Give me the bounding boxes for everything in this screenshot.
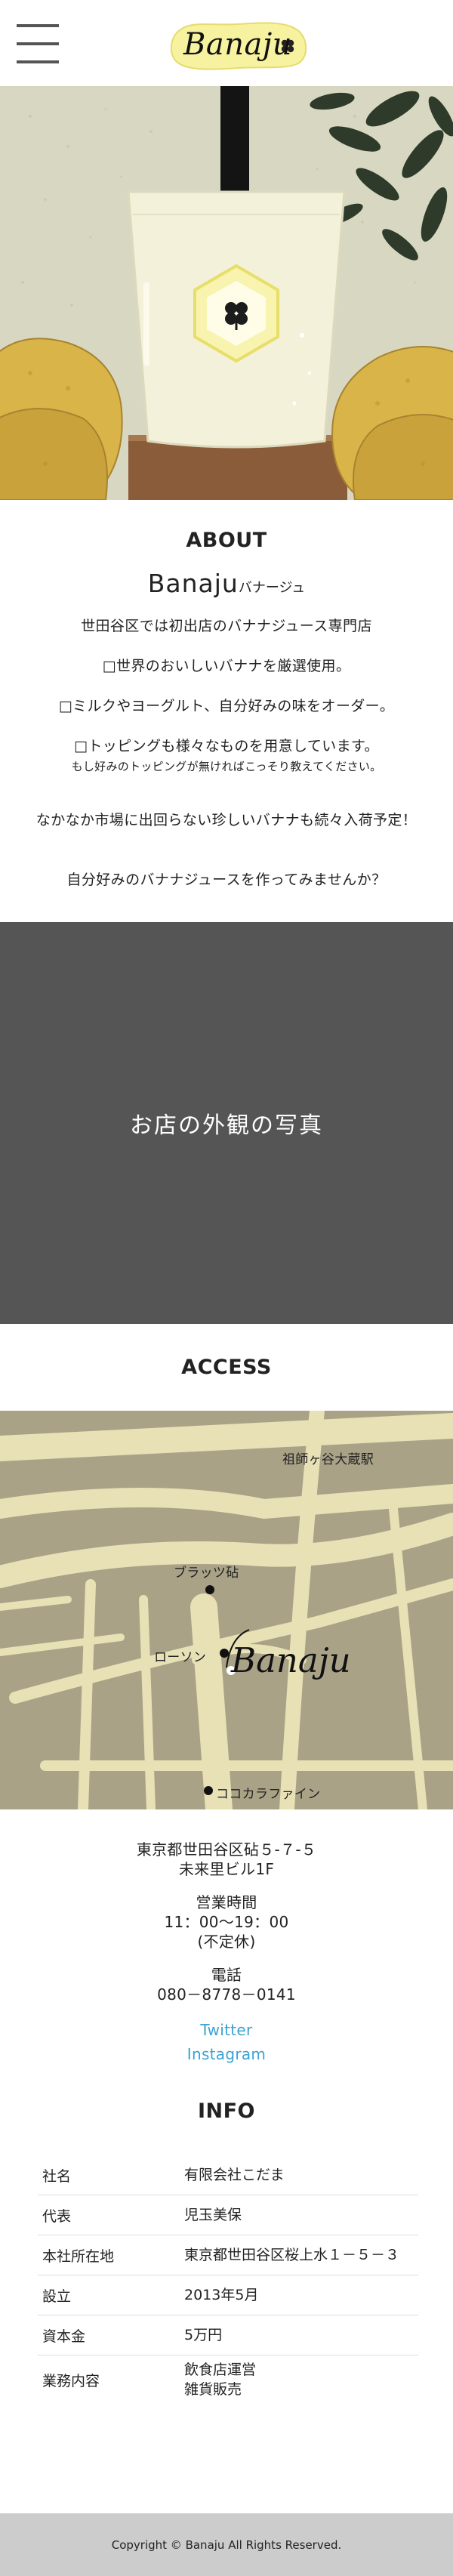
- logo-text: Banaju: [183, 27, 293, 62]
- table-row: 本社所在地 東京都世田谷区桜上水１－５－３: [38, 2235, 418, 2275]
- row-value-line: 雑貨販売: [184, 2381, 242, 2398]
- access-map[interactable]: 祖師ヶ谷大蔵駅 ブラッツ砧 ローソン ココカラファイン Banaju: [0, 1411, 453, 1809]
- brand-line: Banajuバナージュ: [0, 569, 453, 598]
- map-brand-marker: Banaju: [231, 1640, 351, 1680]
- about-note: もし好みのトッピングが無ければこっそり教えてください。: [71, 760, 382, 773]
- info-section: INFO 社名 有限会社こだま 代表 児玉美保 本社所在地 東京都世田谷区桜上水…: [0, 2099, 453, 2404]
- phone-value: 080－8778－0141: [157, 1985, 296, 2004]
- row-value: 有限会社こだま: [184, 2167, 285, 2183]
- closed-note: (不定休): [197, 1933, 256, 1951]
- store-photo-label: お店の外観の写真: [130, 1112, 323, 1139]
- address-block: 東京都世田谷区砧５-７-５ 未来里ビル1F: [0, 1840, 453, 1879]
- address-line-1: 東京都世田谷区砧５-７-５: [136, 1840, 317, 1859]
- access-section: ACCESS 祖師ヶ谷大蔵駅 ブラッツ砧 ローソン ココカラファイン Banaj…: [0, 1324, 453, 2066]
- store-photo-placeholder: お店の外観の写真: [0, 922, 453, 1324]
- map-label-station: 祖師ヶ谷大蔵駅: [282, 1452, 374, 1467]
- map-label-bullets: ブラッツ砧: [174, 1566, 239, 1581]
- instagram-link[interactable]: Instagram: [0, 2042, 453, 2066]
- about-line: □ミルクやヨーグルト、自分好みの味をオーダー。: [58, 698, 395, 714]
- twitter-link[interactable]: Twitter: [0, 2018, 453, 2042]
- hamburger-menu-icon[interactable]: [17, 24, 59, 63]
- row-key: 社名: [42, 2167, 72, 2185]
- hours-block: 営業時間 11：00〜19：00 (不定休): [0, 1893, 453, 1951]
- site-header: Banaju: [0, 0, 453, 86]
- phone-label: 電話: [211, 1966, 242, 1984]
- row-key: 代表: [42, 2207, 72, 2225]
- access-title: ACCESS: [181, 1356, 272, 1379]
- about-line: □トッピングも様々なものを用意しています。: [74, 738, 379, 754]
- row-value: 5万円: [184, 2327, 223, 2343]
- phone-block: 電話 080－8778－0141: [0, 1965, 453, 2004]
- hero-illustration: [0, 86, 453, 500]
- table-row: 資本金 5万円: [38, 2315, 418, 2355]
- about-extra: なかなか市場に出回らない珍しいバナナも続々入荷予定！: [35, 812, 418, 828]
- address-line-2: 未来里ビル1F: [178, 1860, 275, 1878]
- hours-label: 営業時間: [196, 1893, 257, 1911]
- row-key: 資本金: [42, 2328, 86, 2345]
- info-title: INFO: [197, 2099, 256, 2123]
- row-value: 東京都世田谷区桜上水１－５－３: [184, 2247, 400, 2263]
- brand-kana: バナージュ: [238, 580, 306, 596]
- table-row: 代表 児玉美保: [38, 2195, 418, 2235]
- about-title: ABOUT: [186, 529, 267, 552]
- site-footer: Copyright © Banaju All Rights Reserved.: [0, 2513, 453, 2576]
- table-row: 業務内容 飲食店運営 雑貨販売: [38, 2355, 418, 2404]
- row-value: 2013年5月: [184, 2287, 259, 2303]
- company-table: 社名 有限会社こだま 代表 児玉美保 本社所在地 東京都世田谷区桜上水１－５－３…: [38, 2155, 418, 2404]
- row-value-line: 飲食店運営: [184, 2362, 257, 2378]
- site-logo[interactable]: Banaju: [162, 21, 313, 71]
- copyright-text: Copyright © Banaju All Rights Reserved.: [111, 2537, 342, 2552]
- row-key: 本社所在地: [42, 2247, 115, 2265]
- row-value: 飲食店運営 雑貨販売: [184, 2355, 418, 2404]
- about-section: ABOUT Banajuバナージュ 世田谷区では初出店のバナナジュース専門店 □…: [0, 500, 453, 889]
- map-label-lawson: ローソン: [154, 1650, 207, 1665]
- about-extra: 自分好みのバナナジュースを作ってみませんか？: [66, 872, 387, 888]
- about-line: □世界のおいしいバナナを厳選使用。: [102, 658, 351, 674]
- row-value: 児玉美保: [184, 2207, 242, 2223]
- row-key: 業務内容: [42, 2372, 100, 2389]
- access-info: 東京都世田谷区砧５-７-５ 未来里ビル1F 営業時間 11：00〜19：00 (…: [0, 1840, 453, 2066]
- brand-name: Banaju: [147, 569, 239, 598]
- hours-value: 11：00〜19：00: [164, 1913, 289, 1931]
- row-key: 設立: [42, 2288, 72, 2305]
- map-label-cocokara: ココカラファイン: [216, 1787, 321, 1802]
- about-line: 世田谷区では初出店のバナナジュース専門店: [81, 618, 372, 634]
- table-row: 設立 2013年5月: [38, 2275, 418, 2315]
- table-row: 社名 有限会社こだま: [38, 2155, 418, 2195]
